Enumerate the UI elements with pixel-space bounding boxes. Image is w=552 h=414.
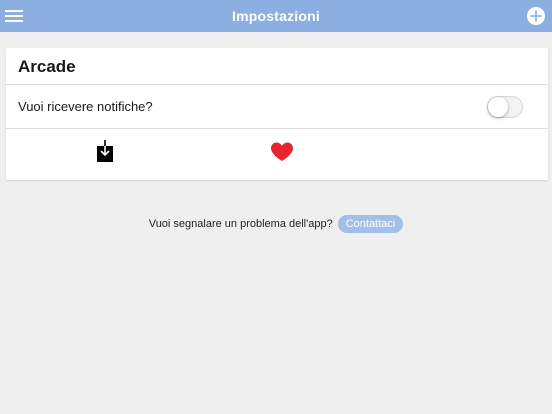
- notification-toggle[interactable]: [487, 96, 523, 118]
- download-icon[interactable]: [97, 140, 113, 162]
- navigation-bar: Impostazioni: [0, 0, 552, 32]
- menu-button[interactable]: [4, 6, 24, 26]
- card-title: Arcade: [18, 57, 76, 76]
- toggle-knob: [488, 97, 508, 117]
- heart-icon[interactable]: [270, 142, 294, 162]
- divider: [6, 128, 548, 129]
- report-problem-text: Vuoi segnalare un problema dell'app?: [148, 218, 333, 230]
- divider: [6, 84, 548, 85]
- contact-button[interactable]: Contattaci: [337, 215, 404, 233]
- report-problem-row: Vuoi segnalare un problema dell'app? Con…: [0, 215, 552, 233]
- page-title: Impostazioni: [232, 8, 320, 24]
- plus-circle-icon: [527, 7, 545, 25]
- hamburger-menu-icon: [5, 10, 23, 22]
- settings-card: Arcade Vuoi ricevere notifiche?: [6, 48, 548, 180]
- add-button[interactable]: [526, 6, 546, 26]
- notification-label: Vuoi ricevere notifiche?: [18, 99, 153, 114]
